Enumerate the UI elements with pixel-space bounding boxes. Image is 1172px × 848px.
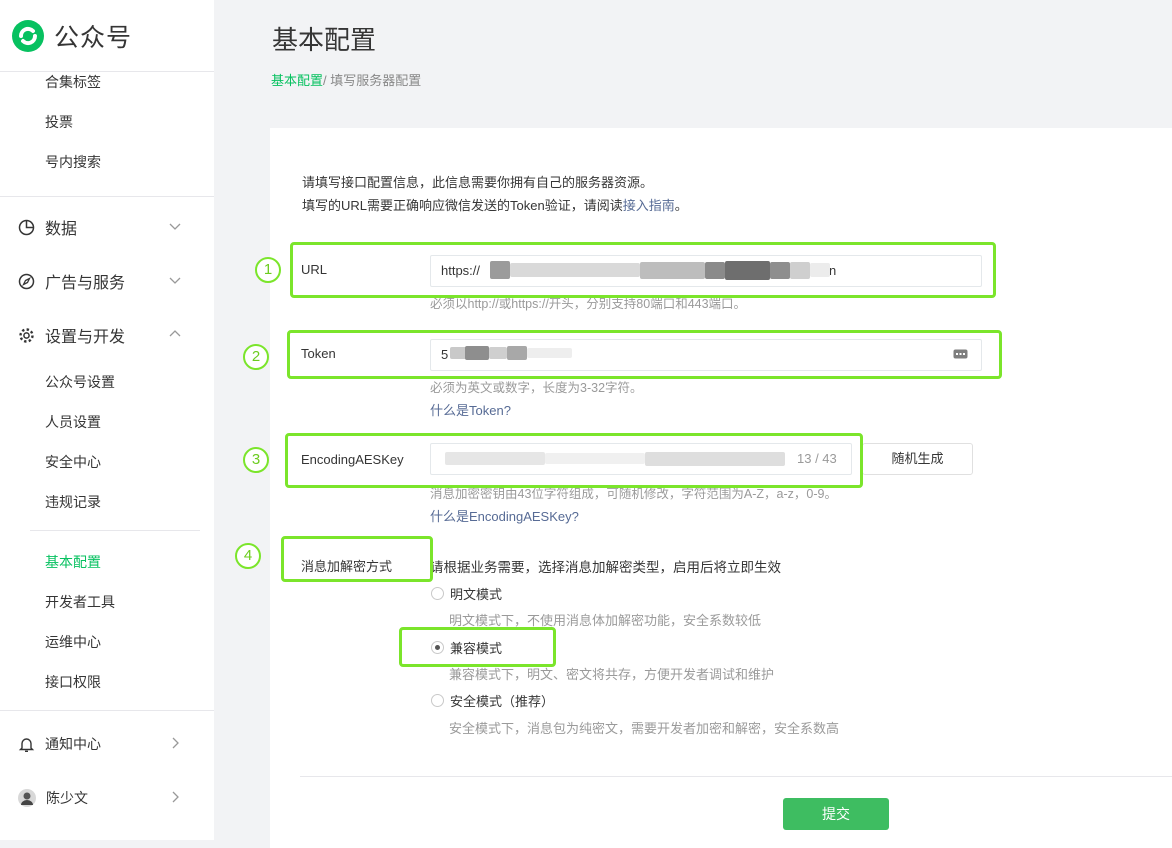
highlight-box-compatible	[399, 627, 556, 667]
radio-button[interactable]	[431, 587, 444, 600]
sidebar-section-label: 设置与开发	[45, 327, 126, 346]
sidebar-section-ads[interactable]: 广告与服务	[18, 269, 188, 293]
avatar	[18, 789, 36, 807]
highlight-box-url	[290, 242, 996, 298]
sidebar-item-search[interactable]: 号内搜索	[45, 152, 101, 172]
random-generate-button[interactable]: 随机生成	[862, 443, 973, 475]
highlight-box-aeskey	[285, 433, 863, 488]
radio-button[interactable]	[431, 694, 444, 707]
chevron-down-icon	[169, 277, 181, 284]
radio-safe-mode[interactable]: 安全模式（推荐）	[431, 691, 554, 710]
sidebar-item-basic-config[interactable]: 基本配置	[45, 552, 101, 572]
annotation-number: 2	[243, 344, 269, 370]
bell-icon	[18, 737, 35, 752]
user-name: 陈少文	[46, 791, 88, 807]
sidebar-item-staff-settings[interactable]: 人员设置	[45, 412, 101, 432]
gear-icon	[19, 327, 34, 343]
radio-plaintext-mode[interactable]: 明文模式	[431, 584, 502, 603]
sidebar-divider	[0, 196, 214, 197]
encryption-intro: 请根据业务需要，选择消息加解密类型，启用后将立即生效	[430, 560, 781, 575]
app-logo[interactable]: 公众号	[10, 18, 132, 54]
breadcrumb-parent-link[interactable]: 基本配置	[271, 73, 323, 88]
pie-chart-icon	[18, 219, 35, 235]
app-name: 公众号	[54, 23, 133, 52]
intro-text: 填写的URL需要正确响应微信发送的Token验证，请阅读	[302, 198, 623, 213]
sidebar-section-data[interactable]: 数据	[18, 215, 188, 239]
annotation-number: 3	[243, 447, 269, 473]
highlight-box-token	[287, 330, 1002, 379]
radio-label: 安全模式（推荐）	[450, 694, 555, 709]
sidebar-section-label: 数据	[45, 219, 78, 238]
what-is-token-link[interactable]: 什么是Token?	[430, 400, 511, 419]
sidebar-item-api-permissions[interactable]: 接口权限	[45, 672, 101, 692]
sidebar-notifications[interactable]: 通知中心	[18, 732, 188, 756]
wechat-mp-logo-icon	[12, 20, 44, 52]
sidebar-item-account-settings[interactable]: 公众号设置	[45, 372, 115, 392]
chevron-down-icon	[169, 223, 181, 230]
sidebar-divider	[30, 530, 200, 531]
highlight-box-encryption	[281, 536, 433, 582]
form-divider	[300, 776, 1172, 777]
sidebar-item-collection-tags[interactable]: 合集标签	[45, 72, 101, 92]
sidebar-section-settings[interactable]: 设置与开发	[18, 323, 188, 347]
token-hint: 必须为英文或数字，长度为3-32字符。	[430, 381, 643, 395]
intro-line-2: 填写的URL需要正确响应微信发送的Token验证，请阅读接入指南。	[302, 195, 688, 214]
chevron-right-icon	[172, 791, 179, 803]
sidebar-divider	[0, 710, 214, 711]
what-is-aeskey-link[interactable]: 什么是EncodingAESKey?	[430, 506, 579, 525]
sidebar-user[interactable]: 陈少文	[18, 786, 188, 810]
access-guide-link[interactable]: 接入指南	[623, 198, 675, 213]
compass-icon	[18, 273, 35, 289]
annotation-number: 1	[255, 257, 281, 283]
intro-text-suffix: 。	[674, 198, 688, 213]
sidebar-item-violations[interactable]: 违规记录	[45, 492, 101, 512]
sidebar-section-label: 广告与服务	[45, 273, 126, 292]
sidebar-item-security-center[interactable]: 安全中心	[45, 452, 101, 472]
notifications-label: 通知中心	[45, 737, 101, 753]
annotation-number: 4	[235, 543, 261, 569]
breadcrumb: 基本配置/ 填写服务器配置	[271, 70, 421, 89]
radio-label: 明文模式	[450, 587, 503, 602]
sidebar-item-ops-center[interactable]: 运维中心	[45, 632, 101, 652]
submit-button[interactable]: 提交	[783, 798, 889, 830]
sidebar-item-dev-tools[interactable]: 开发者工具	[45, 592, 115, 612]
chevron-up-icon	[169, 330, 181, 337]
sidebar-divider	[0, 71, 214, 72]
radio-desc: 安全模式下，消息包为纯密文，需要开发者加密和解密，安全系数高	[449, 721, 840, 736]
breadcrumb-current: / 填写服务器配置	[323, 73, 422, 88]
page-title: 基本配置	[272, 26, 377, 56]
intro-line-1: 请填写接口配置信息，此信息需要你拥有自己的服务器资源。	[302, 175, 654, 190]
sidebar: 公众号 合集标签 投票 号内搜索 数据 广告与服务 设置与开发 公众号设置 人员…	[0, 0, 214, 840]
sidebar-item-vote[interactable]: 投票	[45, 112, 73, 132]
chevron-right-icon	[172, 737, 179, 749]
